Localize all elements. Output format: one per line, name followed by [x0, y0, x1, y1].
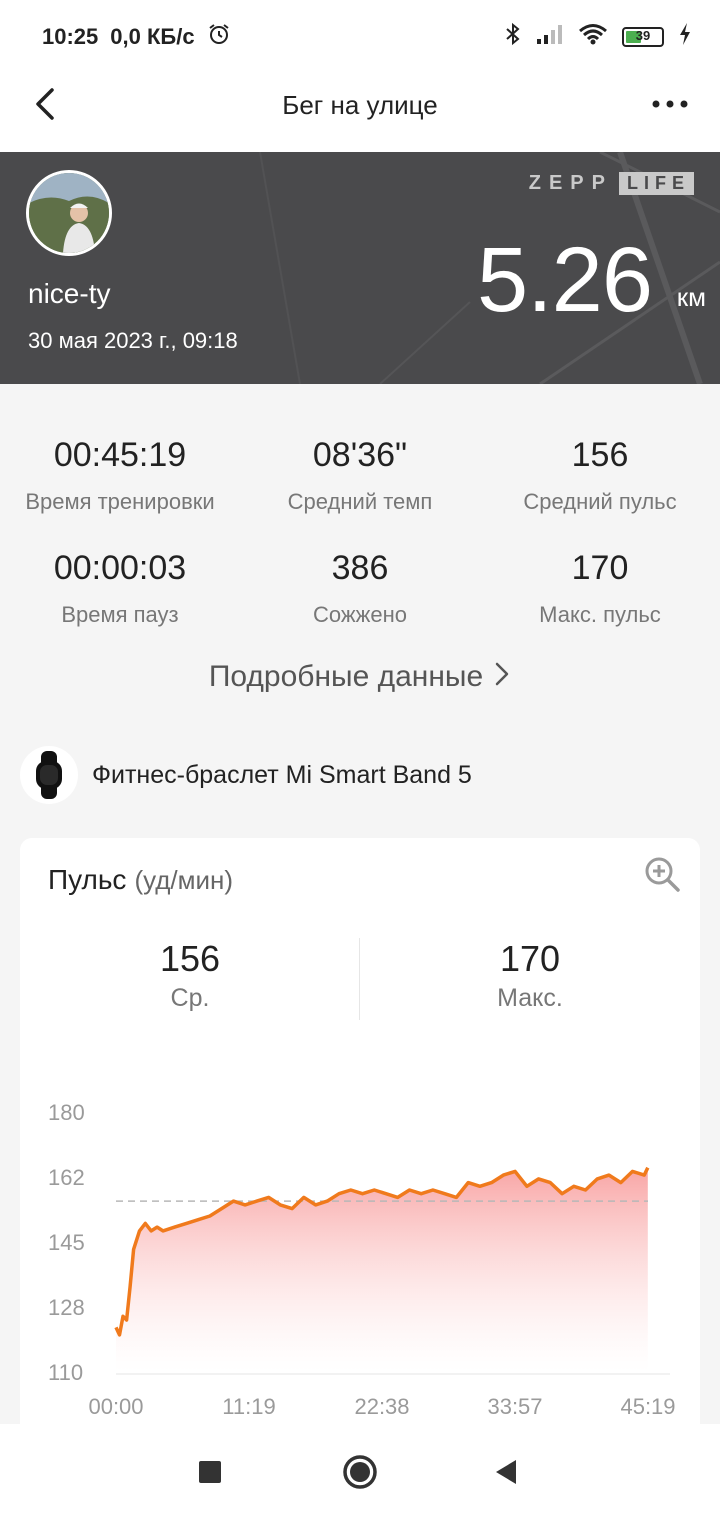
avatar[interactable]: [26, 170, 112, 256]
back-nav-button[interactable]: [482, 1448, 530, 1496]
heart-rate-area: [116, 1167, 648, 1372]
page-title: Бег на улице: [282, 90, 438, 120]
x-tick-label: 45:19: [620, 1394, 675, 1419]
detailed-data-link[interactable]: Подробные данные: [0, 660, 720, 696]
zepp-life-logo: ZEPP LIFE: [529, 172, 694, 195]
stat-avg-heart-rate: 156 Средний пульс: [523, 436, 677, 514]
triangle-back-icon: [496, 1460, 516, 1484]
workout-datetime: 30 мая 2023 г., 09:18: [28, 328, 238, 353]
workout-header: nice-ty 30 мая 2023 г., 09:18 ZEPP LIFE …: [0, 152, 720, 384]
username: nice-ty: [28, 278, 111, 309]
y-tick-label: 128: [48, 1295, 85, 1320]
chevron-right-icon: [493, 660, 511, 696]
app-bar: Бег на улице: [0, 70, 720, 152]
stat-max-heart-rate: 170 Макс. пульс: [539, 549, 661, 627]
square-icon: [199, 1461, 221, 1483]
battery-icon: 39: [622, 26, 664, 47]
battery-level: 39: [635, 27, 651, 43]
bluetooth-icon: [504, 22, 522, 51]
distance-value: 5.26: [476, 229, 653, 331]
status-bar: 10:25 0,0 КБ/с 39: [0, 0, 720, 70]
recents-button[interactable]: [186, 1448, 234, 1496]
stat-calories: 386 Сожжено: [313, 549, 407, 627]
alarm-icon: [207, 22, 231, 52]
avg-heart-rate: 156 Ср.: [159, 938, 221, 1012]
signal-icon: [536, 23, 564, 50]
heart-rate-unit: (уд/мин): [134, 865, 234, 895]
status-network-speed: 0,0 КБ/с: [110, 24, 195, 49]
home-button[interactable]: [336, 1448, 384, 1496]
y-tick-label: 145: [48, 1230, 85, 1255]
heart-rate-chart[interactable]: 180 162 145 128 110 00:00 11:19 22:38 33:57 45:1…: [20, 1088, 700, 1424]
system-nav-bar: [0, 1424, 720, 1520]
heart-rate-card: Пульс (уд/мин) 156 Ср. 170 Макс. 180 162 14…: [20, 838, 700, 1438]
max-heart-rate: 170 Макс.: [497, 938, 563, 1012]
circle-icon: [343, 1455, 377, 1489]
x-tick-label: 00:00: [88, 1394, 143, 1419]
status-time: 10:25: [42, 24, 99, 49]
heart-rate-title: Пульс (уд/мин): [48, 864, 234, 895]
stat-pause-time: 00:00:03 Время пауз: [53, 549, 187, 627]
y-tick-label: 110: [48, 1360, 83, 1385]
x-tick-label: 22:38: [354, 1394, 409, 1419]
x-tick-label: 33:57: [487, 1394, 542, 1419]
more-dots-icon: [652, 100, 688, 108]
fitness-band-icon: [20, 746, 78, 804]
detailed-data-label: Подробные данные: [208, 660, 484, 693]
heart-rate-summary: 156 Ср. 170 Макс.: [20, 938, 700, 1022]
y-tick-label: 162: [48, 1165, 85, 1190]
zoom-in-button[interactable]: [642, 854, 682, 894]
stat-avg-pace: 08'36" Средний темп: [287, 436, 433, 514]
distance-unit: км: [676, 282, 706, 312]
device-name: Фитнес-браслет Mi Smart Band 5: [92, 760, 472, 789]
stat-training-time: 00:45:19 Время тренировки: [25, 436, 215, 514]
more-options-button[interactable]: [650, 86, 690, 122]
y-tick-label: 180: [48, 1100, 85, 1125]
user-photo: [29, 173, 109, 253]
charging-icon: [678, 22, 692, 51]
x-tick-label: 11:19: [222, 1394, 275, 1419]
zoom-in-icon: [645, 857, 680, 892]
device-row[interactable]: Фитнес-браслет Mi Smart Band 5: [20, 746, 472, 804]
wifi-icon: [578, 23, 608, 50]
